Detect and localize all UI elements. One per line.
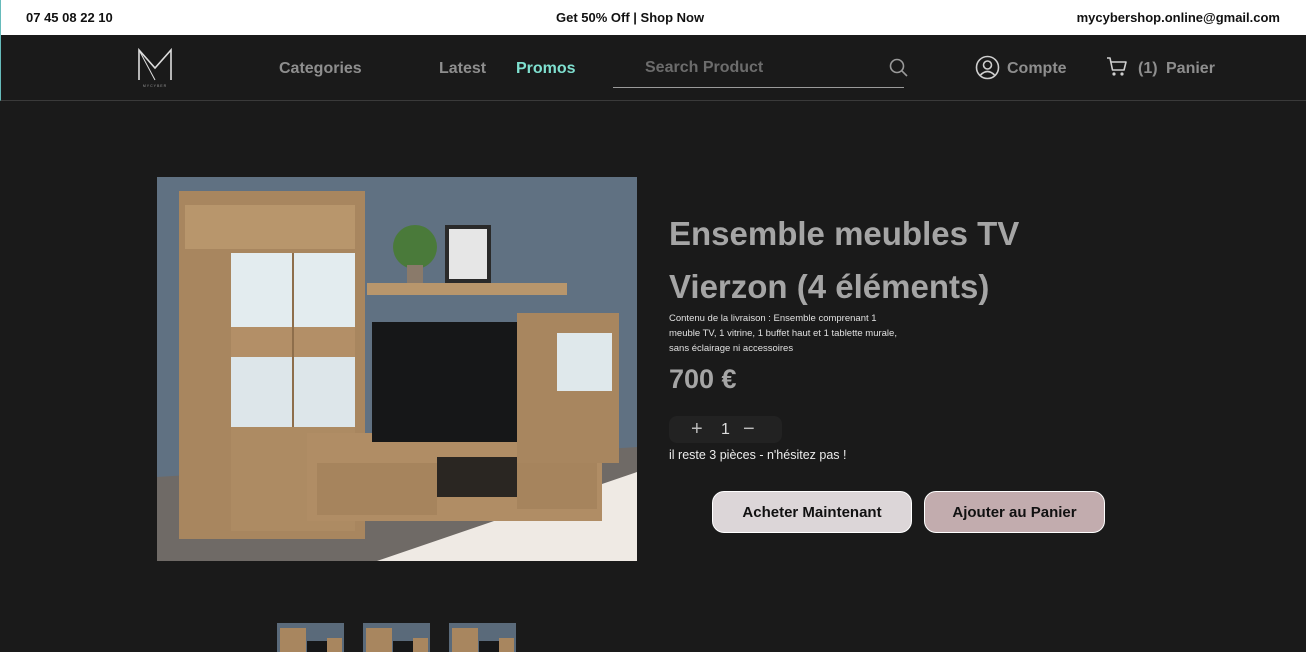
- brand-logo[interactable]: MYCYBER: [135, 46, 175, 88]
- account-label: Compte: [1007, 60, 1067, 77]
- promo-banner-link[interactable]: Get 50% Off | Shop Now: [556, 10, 704, 25]
- buy-now-button[interactable]: Acheter Maintenant: [712, 491, 912, 533]
- product-thumbnail[interactable]: [363, 623, 430, 652]
- add-to-cart-button[interactable]: Ajouter au Panier: [924, 491, 1105, 533]
- nav-promos[interactable]: Promos: [516, 60, 576, 78]
- svg-text:MYCYBER: MYCYBER: [143, 84, 167, 88]
- product-thumbnail[interactable]: [449, 623, 516, 652]
- quantity-increase-button[interactable]: +: [691, 419, 703, 439]
- nav-categories[interactable]: Categories: [279, 60, 362, 78]
- main-navbar: MYCYBER Categories Latest Promos Compte …: [0, 35, 1306, 101]
- search-bar: [613, 51, 908, 88]
- stock-notice: il reste 3 pièces - n'hésitez pas !: [669, 448, 847, 462]
- nav-latest[interactable]: Latest: [439, 60, 486, 78]
- top-info-bar: 07 45 08 22 10 Get 50% Off | Shop Now my…: [0, 0, 1306, 35]
- quantity-decrease-button[interactable]: −: [743, 419, 755, 439]
- product-thumbnail[interactable]: [277, 623, 344, 652]
- product-main-image[interactable]: [157, 177, 637, 561]
- product-description: Contenu de la livraison : Ensemble compr…: [669, 313, 897, 354]
- quantity-value: 1: [721, 421, 730, 438]
- cart-count: (1): [1138, 60, 1158, 77]
- search-icon[interactable]: [889, 58, 909, 78]
- phone-number: 07 45 08 22 10: [26, 10, 113, 25]
- contact-email[interactable]: mycybershop.online@gmail.com: [1077, 10, 1280, 25]
- product-title: Ensemble meubles TV Vierzon (4 éléments): [669, 215, 1020, 305]
- quantity-stepper: + 1 −: [669, 416, 782, 443]
- cart-label: Panier: [1166, 60, 1215, 77]
- product-price: 700 €: [669, 364, 737, 394]
- search-input[interactable]: [613, 51, 873, 85]
- user-icon: [975, 55, 1000, 80]
- cart-icon: [1107, 57, 1127, 76]
